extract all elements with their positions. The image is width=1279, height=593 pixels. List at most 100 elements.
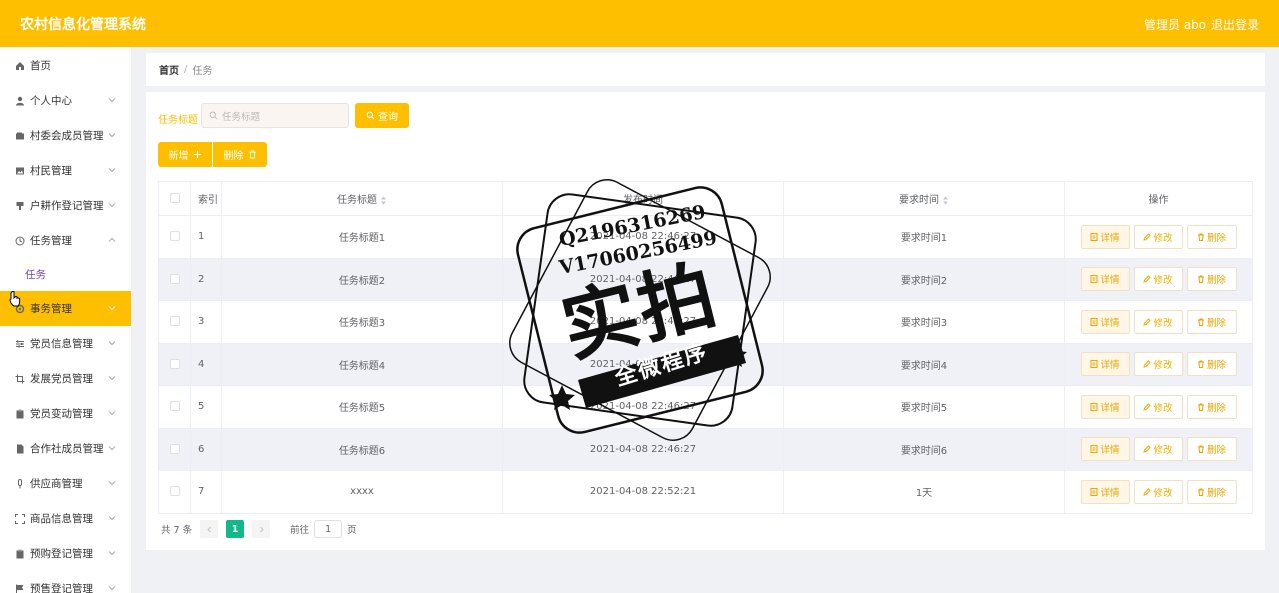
sort-icon[interactable] (380, 196, 387, 205)
detail-button[interactable]: 详情 (1080, 309, 1130, 334)
chevron-left-icon (206, 526, 211, 532)
delete-button[interactable]: 删除 (1186, 309, 1237, 334)
row-publish-time: 2021-04-08 22:46:27 (502, 258, 784, 301)
edit-button[interactable]: 修改 (1133, 437, 1183, 462)
sidebar-item-preorder[interactable]: 预购登记管理 (0, 536, 131, 571)
row-index: 3 (190, 300, 222, 344)
row-checkbox[interactable] (169, 401, 180, 412)
sidebar-item-develop-members[interactable]: 发展党员管理 (0, 361, 131, 396)
header-title[interactable]: 任务标题 (221, 181, 503, 216)
sort-icon[interactable] (942, 196, 949, 205)
edit-button[interactable]: 修改 (1133, 394, 1183, 419)
edit-icon (1143, 488, 1152, 496)
sidebar-item-products[interactable]: 商品信息管理 (0, 501, 131, 536)
delete-button[interactable]: 删除 (1186, 352, 1237, 377)
trash-icon (1197, 318, 1204, 326)
detail-button[interactable]: 详情 (1080, 394, 1130, 419)
row-checkbox[interactable] (169, 486, 180, 497)
row-index: 5 (190, 385, 222, 429)
search-icon (209, 111, 218, 120)
delete-button[interactable]: 删除 (1186, 394, 1237, 419)
detail-button[interactable]: 详情 (1080, 267, 1130, 292)
prev-page-button[interactable] (200, 520, 219, 538)
sidebar-item-tasks[interactable]: 任务管理 (0, 223, 131, 258)
edit-icon (1143, 445, 1152, 453)
delete-button[interactable]: 删除 (1186, 437, 1237, 462)
chevron-right-icon (259, 526, 264, 532)
row-publish-time: 2021-04-08 22:52:21 (502, 470, 784, 514)
detail-button[interactable]: 详情 (1080, 352, 1130, 377)
row-checkbox[interactable] (169, 231, 180, 242)
edit-button[interactable]: 修改 (1133, 352, 1183, 377)
query-button[interactable]: 查询 (355, 103, 409, 128)
table-row[interactable]: 3 任务标题3 2021-04-08 22:46:27 要求时间3 详情 修改 删除 (158, 300, 1253, 344)
add-button[interactable]: 新增 (158, 142, 212, 167)
row-operations: 详情 修改 删除 (1064, 385, 1253, 429)
search-input[interactable]: 任务标题 (201, 103, 349, 128)
row-checkbox[interactable] (169, 273, 180, 284)
sidebar-item-home[interactable]: 首页 (0, 48, 131, 83)
breadcrumb-current: 任务 (192, 66, 213, 77)
detail-button[interactable]: 详情 (1080, 224, 1130, 249)
page-number-current[interactable]: 1 (226, 520, 245, 538)
row-operations: 详情 修改 删除 (1064, 470, 1253, 514)
edit-icon (1143, 233, 1152, 241)
edit-button[interactable]: 修改 (1133, 479, 1183, 504)
table-row[interactable]: 5 任务标题5 2021-04-08 22:46:27 要求时间5 详情 修改 删除 (158, 385, 1253, 429)
edit-button[interactable]: 修改 (1133, 267, 1183, 292)
crop-icon (15, 374, 25, 384)
select-all-checkbox[interactable] (169, 193, 180, 203)
table-row[interactable]: 4 任务标题4 2021-04-08 22:46:27 要求时间4 详情 修改 删除 (158, 343, 1253, 386)
sidebar-item-committee[interactable]: 村委会成员管理 (0, 118, 131, 153)
sidebar-item-farming[interactable]: 户耕作登记管理 (0, 188, 131, 223)
edit-button[interactable]: 修改 (1133, 224, 1183, 249)
detail-button-label: 详情 (1100, 445, 1120, 457)
header-time-label: 发布时间 (623, 195, 663, 206)
detail-button[interactable]: 详情 (1080, 479, 1130, 504)
breadcrumb: 首页 / 任务 (146, 53, 1265, 86)
sidebar-item-member-changes[interactable]: 党员变动管理 (0, 396, 131, 431)
trash-icon (1197, 275, 1204, 284)
header-operations: 操作 (1064, 181, 1253, 216)
row-select-cell (158, 300, 191, 344)
sidebar: 首页 个人中心 村委会成员管理 村民管理 户耕作登记管理 任务管理 任务 事务管… (0, 47, 131, 593)
row-publish-time: 2021-04-08 22:46:27 (502, 300, 784, 344)
edit-button[interactable]: 修改 (1133, 309, 1183, 334)
row-checkbox[interactable] (169, 358, 180, 369)
sidebar-item-presale[interactable]: 预售登记管理 (0, 571, 131, 593)
batch-delete-button[interactable]: 删除 (213, 142, 267, 167)
sidebar-item-coop-members[interactable]: 合作社成员管理 (0, 431, 131, 466)
sidebar-item-label: 事务管理 (30, 303, 72, 315)
header-index: 索引 (190, 181, 222, 216)
row-operations: 详情 修改 删除 (1064, 428, 1253, 471)
detail-button-label: 详情 (1100, 402, 1120, 414)
table-row[interactable]: 7 xxxx 2021-04-08 22:52:21 1天 详情 修改 删除 (158, 470, 1253, 514)
delete-button[interactable]: 删除 (1186, 479, 1237, 504)
sidebar-item-suppliers[interactable]: 供应商管理 (0, 466, 131, 501)
delete-button[interactable]: 删除 (1186, 267, 1237, 292)
hand-cursor-icon (9, 291, 21, 307)
sidebar-item-personal-center[interactable]: 个人中心 (0, 83, 131, 118)
sidebar-item-label: 合作社成员管理 (30, 443, 104, 455)
delete-button-label: 删除 (1206, 402, 1226, 414)
picture-icon (15, 166, 25, 176)
next-page-button[interactable] (252, 520, 271, 538)
sidebar-item-party-members[interactable]: 党员信息管理 (0, 326, 131, 361)
chevron-down-icon (108, 516, 116, 521)
breadcrumb-home[interactable]: 首页 (159, 62, 179, 77)
logout-link[interactable]: 退出登录 (1211, 16, 1259, 33)
sidebar-subitem-task[interactable]: 任务 (0, 258, 131, 291)
table-row[interactable]: 2 任务标题2 2021-04-08 22:46:27 要求时间2 详情 修改 删除 (158, 258, 1253, 301)
detail-button[interactable]: 详情 (1080, 437, 1130, 462)
delete-button-label: 删除 (1206, 445, 1226, 457)
table-row[interactable]: 6 任务标题6 2021-04-08 22:46:27 要求时间6 详情 修改 删除 (158, 428, 1253, 471)
table-row[interactable]: 1 任务标题1 2021-04-08 22:46:27 要求时间1 详情 修改 删除 (158, 215, 1253, 259)
document-icon (1090, 275, 1098, 284)
header-required-time[interactable]: 要求时间 (783, 181, 1065, 216)
goto-page-input[interactable]: 1 (314, 520, 343, 538)
delete-button[interactable]: 删除 (1186, 224, 1237, 249)
row-checkbox[interactable] (169, 316, 180, 327)
row-checkbox[interactable] (169, 443, 180, 454)
row-title: 任务标题5 (221, 385, 503, 429)
sidebar-item-villagers[interactable]: 村民管理 (0, 153, 131, 188)
